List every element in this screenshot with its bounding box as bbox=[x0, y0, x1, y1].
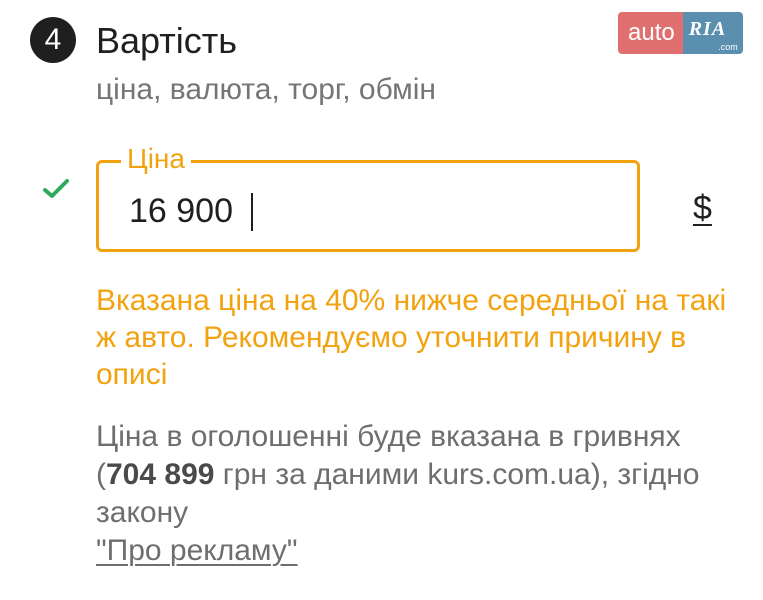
price-field-label: Ціна bbox=[121, 141, 191, 177]
auto-ria-logo: auto RIA .com bbox=[618, 12, 743, 54]
price-section: 4 Вартість ціна, валюта, торг, обмін aut… bbox=[0, 0, 763, 600]
price-info-text: Ціна в оголошенні буде вказана в гривнях… bbox=[96, 418, 736, 570]
logo-com-text: .com bbox=[718, 42, 738, 52]
price-input[interactable] bbox=[129, 189, 609, 233]
logo-ria-text: RIA bbox=[688, 18, 727, 40]
price-warning-message: Вказана ціна на 40% нижче середньої на т… bbox=[96, 284, 727, 391]
check-icon bbox=[43, 179, 69, 198]
logo-ria-block: RIA .com bbox=[682, 12, 743, 54]
section-subtitle: ціна, валюта, торг, обмін bbox=[96, 73, 436, 106]
step-number-badge: 4 bbox=[30, 17, 76, 63]
advertising-law-link[interactable]: "Про рекламу" bbox=[96, 534, 298, 567]
uah-amount: 704 899 bbox=[106, 458, 215, 491]
currency-selector[interactable]: $ bbox=[693, 186, 712, 230]
logo-auto-text: auto bbox=[618, 12, 683, 54]
price-field[interactable]: Ціна bbox=[96, 141, 640, 252]
section-title: Вартість bbox=[96, 20, 237, 61]
text-caret bbox=[251, 193, 253, 231]
